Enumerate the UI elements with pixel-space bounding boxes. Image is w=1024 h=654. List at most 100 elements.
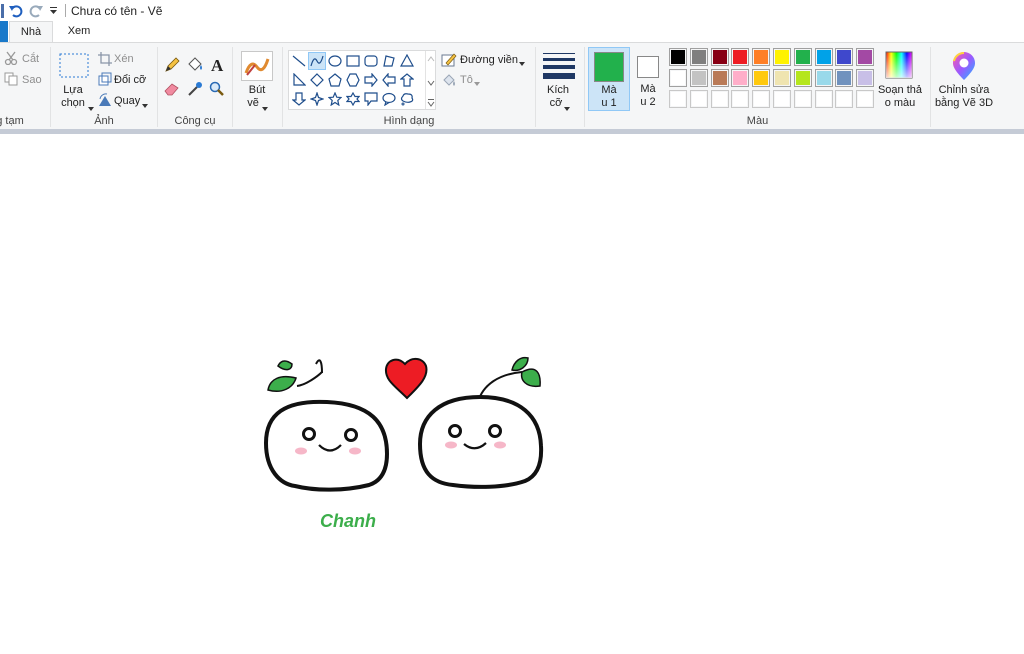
select-label-2[interactable]: chọn bbox=[53, 97, 93, 109]
crop-label[interactable]: Xén bbox=[114, 53, 134, 65]
undo-icon[interactable] bbox=[6, 1, 26, 21]
shape-hexagon-icon[interactable] bbox=[344, 71, 362, 89]
shape-pentagon-icon[interactable] bbox=[326, 71, 344, 89]
color-swatch[interactable] bbox=[773, 69, 791, 87]
shape-cloud-callout-icon[interactable] bbox=[398, 90, 416, 108]
shape-six-point-star-icon[interactable] bbox=[344, 90, 362, 108]
brushes-dropdown-icon[interactable] bbox=[262, 102, 268, 114]
color-swatch[interactable] bbox=[689, 69, 708, 87]
edit-colors-label-1[interactable]: Soạn thả bbox=[874, 84, 926, 96]
rotate-icon[interactable] bbox=[98, 93, 112, 110]
shape-triangle-icon[interactable] bbox=[398, 52, 416, 70]
color-swatch[interactable] bbox=[773, 90, 791, 108]
size-label-2[interactable]: cỡ bbox=[536, 97, 576, 109]
color-swatch[interactable] bbox=[689, 48, 708, 66]
color-swatch[interactable] bbox=[689, 90, 708, 108]
shape-left-arrow-icon[interactable] bbox=[380, 71, 398, 89]
shape-four-point-star-icon[interactable] bbox=[308, 90, 326, 108]
shape-rect-callout-icon[interactable] bbox=[362, 90, 380, 108]
outline-icon[interactable] bbox=[441, 52, 457, 71]
color-swatch[interactable] bbox=[669, 48, 687, 66]
tab-home[interactable]: Nhà bbox=[9, 21, 53, 43]
paint3d-icon[interactable] bbox=[951, 51, 977, 85]
shape-oval-icon[interactable] bbox=[326, 52, 344, 70]
shapes-scrollbar[interactable] bbox=[425, 51, 435, 109]
color-swatch[interactable] bbox=[856, 48, 875, 66]
size-dropdown-icon[interactable] bbox=[564, 102, 570, 114]
eraser-icon[interactable] bbox=[164, 82, 180, 99]
color-swatch[interactable] bbox=[710, 48, 729, 66]
shape-line-icon[interactable] bbox=[290, 52, 308, 70]
shape-five-point-star-icon[interactable] bbox=[326, 90, 344, 108]
copy-label[interactable]: Sao bbox=[22, 74, 42, 86]
drawing-canvas[interactable]: Chanh bbox=[0, 134, 1024, 654]
shape-up-arrow-icon[interactable] bbox=[398, 71, 416, 89]
shape-rectangle-icon[interactable] bbox=[344, 52, 362, 70]
magnifier-icon[interactable] bbox=[209, 81, 225, 100]
outline-dropdown-icon[interactable] bbox=[519, 57, 525, 69]
color-swatch[interactable] bbox=[752, 90, 771, 108]
color-swatch[interactable] bbox=[731, 69, 750, 87]
resize-icon[interactable] bbox=[98, 72, 112, 89]
color-swatch[interactable] bbox=[669, 69, 687, 87]
fill-dropdown-icon[interactable] bbox=[474, 77, 480, 89]
color-swatch[interactable] bbox=[731, 48, 750, 66]
edit-colors-icon[interactable] bbox=[885, 51, 913, 82]
color-swatch[interactable] bbox=[793, 90, 812, 108]
color-swatch[interactable] bbox=[793, 69, 812, 87]
file-tab[interactable] bbox=[0, 21, 8, 43]
color-swatch[interactable] bbox=[710, 90, 729, 108]
copy-icon[interactable] bbox=[4, 72, 18, 89]
paint3d-label-1[interactable]: Chỉnh sửa bbox=[934, 84, 994, 96]
fill-bucket-icon[interactable] bbox=[186, 57, 204, 76]
color-swatch[interactable] bbox=[710, 69, 729, 87]
cut-label[interactable]: Cắt bbox=[22, 53, 39, 65]
shape-right-triangle-icon[interactable] bbox=[290, 71, 308, 89]
rotate-dropdown-icon[interactable] bbox=[142, 99, 148, 111]
customize-qa-icon[interactable] bbox=[46, 1, 60, 21]
shape-down-arrow-icon[interactable] bbox=[290, 90, 308, 108]
color2-button[interactable]: Mà u 2 bbox=[632, 47, 664, 111]
shape-right-arrow-icon[interactable] bbox=[362, 71, 380, 89]
color-swatch[interactable] bbox=[752, 69, 771, 87]
pencil-icon[interactable] bbox=[164, 57, 180, 76]
select-dropdown-icon[interactable] bbox=[88, 102, 94, 114]
color-swatch[interactable] bbox=[669, 90, 687, 108]
shape-diamond-icon[interactable] bbox=[308, 71, 326, 89]
fill-label[interactable]: Tô bbox=[460, 74, 473, 86]
resize-label[interactable]: Đổi cỡ bbox=[114, 74, 146, 86]
cut-icon[interactable] bbox=[4, 51, 18, 68]
rotate-label[interactable]: Quay bbox=[114, 95, 140, 107]
crop-icon[interactable] bbox=[98, 52, 112, 69]
color-swatch[interactable] bbox=[835, 69, 854, 87]
text-icon[interactable]: A bbox=[210, 56, 226, 76]
brushes-icon[interactable] bbox=[241, 51, 273, 84]
size-icon[interactable] bbox=[543, 53, 575, 82]
shape-polygon-icon[interactable] bbox=[380, 52, 398, 70]
brushes-label-1[interactable]: Bút bbox=[237, 84, 277, 96]
color-picker-icon[interactable] bbox=[187, 81, 203, 100]
size-label-1[interactable]: Kích bbox=[538, 84, 578, 96]
color-swatch[interactable] bbox=[793, 48, 812, 66]
paint3d-label-2[interactable]: bằng Vẽ 3D bbox=[934, 97, 994, 109]
color-swatch[interactable] bbox=[814, 90, 833, 108]
redo-icon[interactable] bbox=[26, 1, 46, 21]
color-swatch[interactable] bbox=[814, 48, 833, 66]
select-icon[interactable] bbox=[59, 53, 89, 82]
shape-rounded-rectangle-icon[interactable] bbox=[362, 52, 380, 70]
color-swatch[interactable] bbox=[731, 90, 750, 108]
color-swatch[interactable] bbox=[835, 48, 854, 66]
fill-icon[interactable] bbox=[441, 72, 457, 91]
color-swatch[interactable] bbox=[752, 48, 771, 66]
edit-colors-label-2[interactable]: o màu bbox=[874, 97, 926, 109]
outline-label[interactable]: Đường viền bbox=[460, 54, 518, 66]
color-swatch[interactable] bbox=[773, 48, 791, 66]
color-swatch[interactable] bbox=[814, 69, 833, 87]
color1-button[interactable]: Mà u 1 bbox=[588, 47, 630, 111]
select-label-1[interactable]: Lựa bbox=[53, 84, 93, 96]
tab-view[interactable]: Xem bbox=[58, 21, 100, 43]
color-swatch[interactable] bbox=[856, 90, 875, 108]
color-swatch[interactable] bbox=[835, 90, 854, 108]
shape-curve-icon[interactable] bbox=[308, 52, 326, 70]
shape-oval-callout-icon[interactable] bbox=[380, 90, 398, 108]
